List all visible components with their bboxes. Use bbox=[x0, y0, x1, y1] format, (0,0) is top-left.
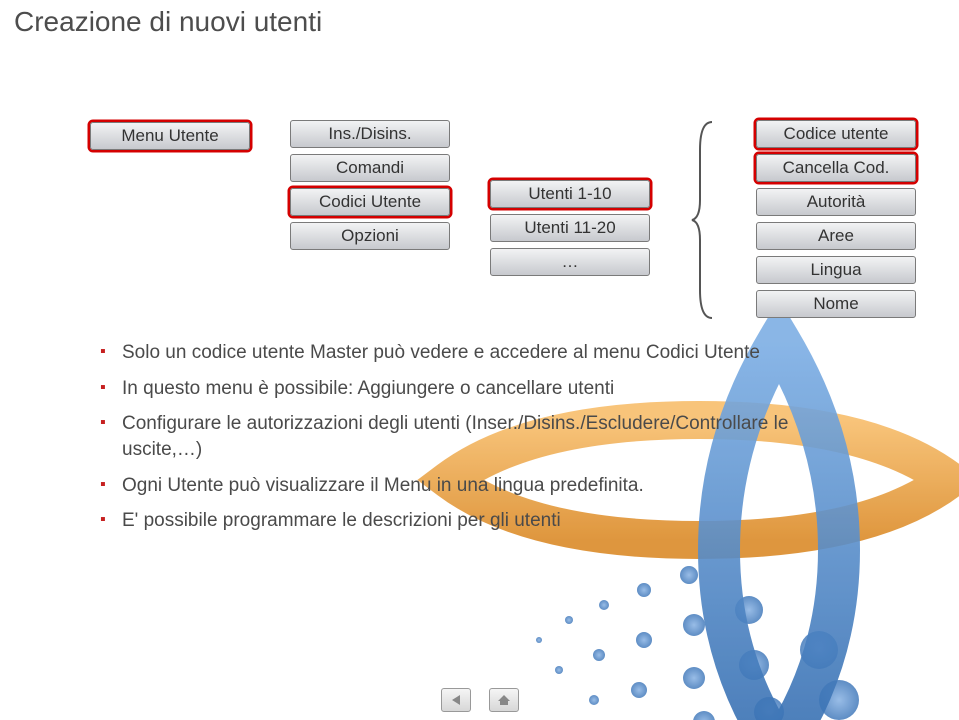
utenti-1-10-box: Utenti 1-10 bbox=[490, 180, 650, 208]
menu-diagram: Menu Utente Ins./Disins. Comandi Codici … bbox=[90, 120, 916, 320]
nome-box: Nome bbox=[756, 290, 916, 318]
lingua-box: Lingua bbox=[756, 256, 916, 284]
ellipsis-box: … bbox=[490, 248, 650, 276]
brace-icon bbox=[690, 120, 716, 320]
home-button[interactable] bbox=[489, 688, 519, 712]
autorita-box: Autorità bbox=[756, 188, 916, 216]
menu-utente-box: Menu Utente bbox=[90, 122, 250, 150]
col-mid2: Utenti 1-10 Utenti 11-20 … bbox=[490, 180, 650, 276]
bullet-list: Solo un codice utente Master può vedere … bbox=[100, 340, 840, 544]
utenti-11-20-box: Utenti 11-20 bbox=[490, 214, 650, 242]
slide-nav bbox=[441, 688, 519, 712]
opzioni-box: Opzioni bbox=[290, 222, 450, 250]
col-right: Codice utente Cancella Cod. Autorità Are… bbox=[756, 120, 916, 318]
home-icon bbox=[497, 694, 511, 706]
codici-utente-box: Codici Utente bbox=[290, 188, 450, 216]
bullet-item: Solo un codice utente Master può vedere … bbox=[100, 340, 840, 366]
comandi-box: Comandi bbox=[290, 154, 450, 182]
arrow-left-icon bbox=[449, 694, 463, 706]
codice-utente-box: Codice utente bbox=[756, 120, 916, 148]
bullet-item: E' possibile programmare le descrizioni … bbox=[100, 508, 840, 534]
bullet-item: In questo menu è possibile: Aggiungere o… bbox=[100, 376, 840, 402]
aree-box: Aree bbox=[756, 222, 916, 250]
prev-slide-button[interactable] bbox=[441, 688, 471, 712]
bullet-item: Configurare le autorizzazioni degli uten… bbox=[100, 411, 840, 462]
bullet-item: Ogni Utente può visualizzare il Menu in … bbox=[100, 473, 840, 499]
col-mid1: Ins./Disins. Comandi Codici Utente Opzio… bbox=[290, 120, 450, 250]
page-title: Creazione di nuovi utenti bbox=[14, 6, 322, 38]
cancella-cod-box: Cancella Cod. bbox=[756, 154, 916, 182]
ins-disins-box: Ins./Disins. bbox=[290, 120, 450, 148]
col-left: Menu Utente bbox=[90, 122, 250, 150]
